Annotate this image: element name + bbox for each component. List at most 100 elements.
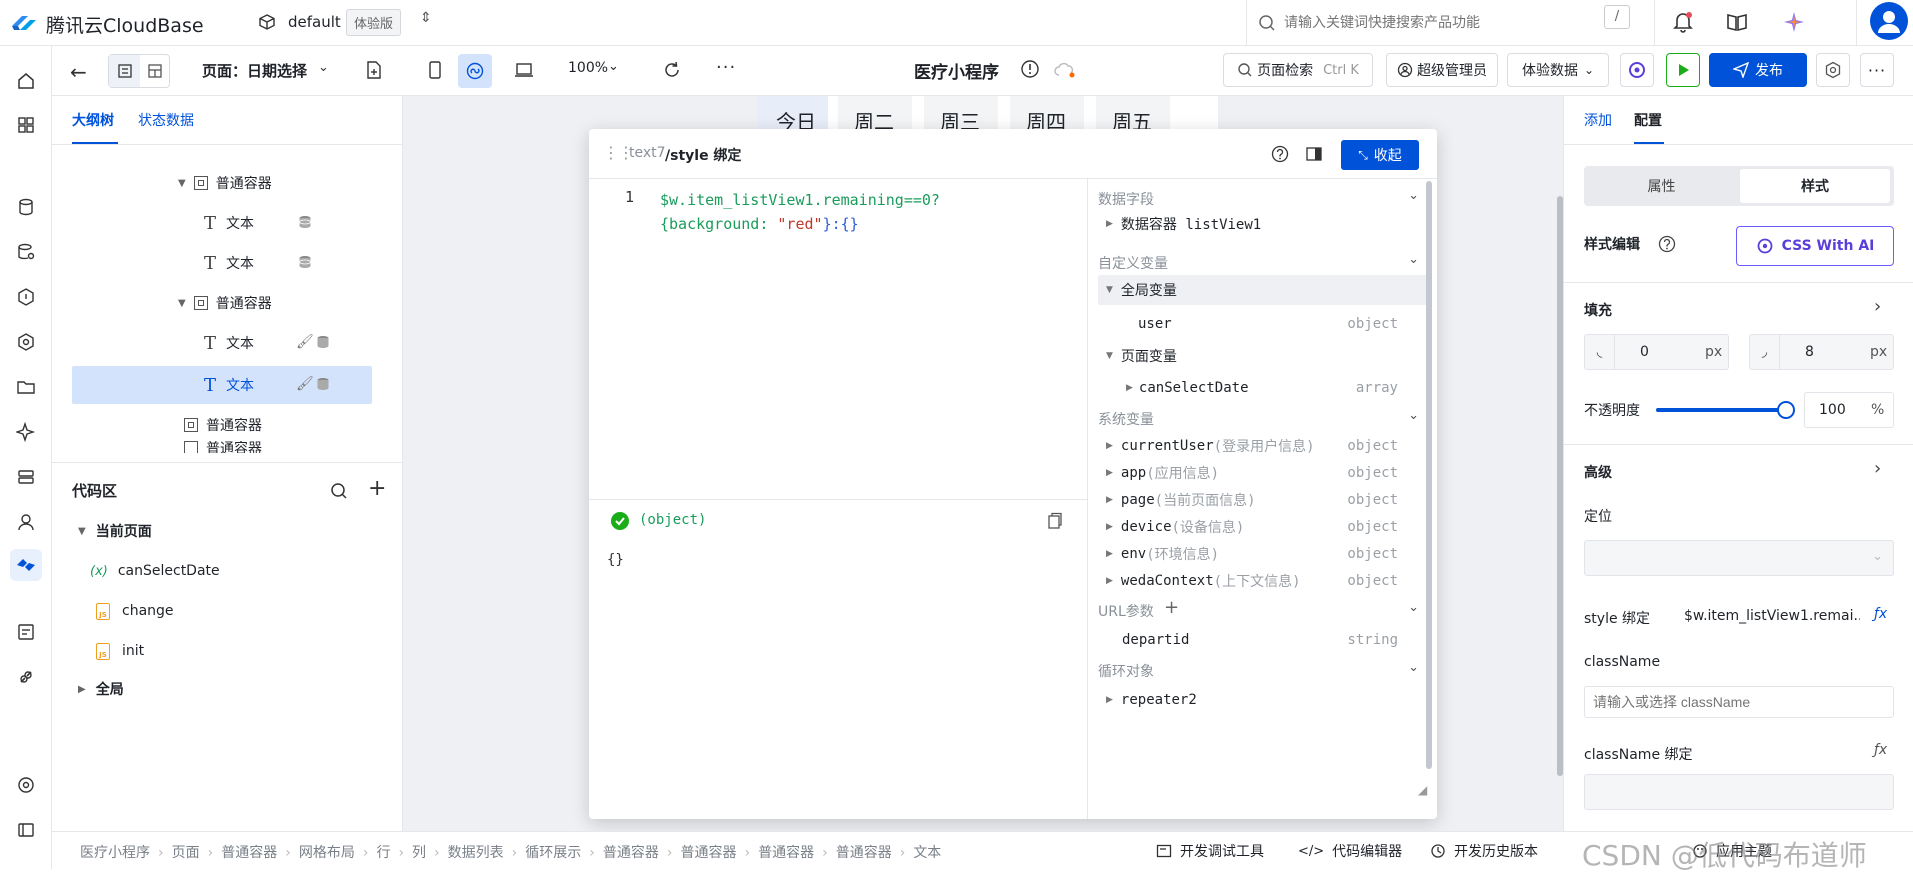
system-variable-row[interactable]: ▶ env (环境信息) object <box>1088 539 1418 569</box>
tree-node-container[interactable]: 普通容器 <box>184 408 262 442</box>
fill-section-title[interactable]: 填充 <box>1584 300 1612 320</box>
breadcrumb-item[interactable]: 普通容器 <box>680 845 736 861</box>
code-group-current-page[interactable]: ▼ 当前页面 <box>78 514 152 548</box>
radius-right-input[interactable]: ◞ 8 px <box>1749 334 1894 370</box>
system-variable-row[interactable]: ▶ currentUser (登录用户信息) object <box>1088 431 1418 461</box>
add-icon[interactable]: + <box>368 476 386 501</box>
hexagon-icon[interactable] <box>10 281 42 313</box>
section-custom-vars[interactable]: 自定义变量 <box>1098 253 1168 273</box>
copy-icon[interactable] <box>1047 512 1063 530</box>
search-icon[interactable] <box>330 482 348 500</box>
tab-outline-tree[interactable]: 大纲树 <box>72 110 114 130</box>
variable-group-page[interactable]: ▼ 页面变量 <box>1088 341 1418 371</box>
code-editor-button[interactable]: </> 代码编辑器 <box>1298 841 1402 861</box>
caret-right-icon[interactable]: ▶ <box>1106 522 1113 532</box>
breadcrumb-item[interactable]: 普通容器 <box>836 845 892 861</box>
advanced-section-title[interactable]: 高级 <box>1584 462 1612 482</box>
report-icon[interactable] <box>10 616 42 648</box>
page-view-icon[interactable] <box>109 55 140 87</box>
book-icon[interactable] <box>1726 12 1748 32</box>
breadcrumb-item[interactable]: 行 <box>376 845 390 861</box>
chevron-down-icon[interactable]: ⌄ <box>1408 408 1419 423</box>
side-panel-toggle-icon[interactable] <box>1305 145 1323 163</box>
tree-node-container-partial[interactable]: 普通容器 <box>184 441 304 453</box>
chevron-down-icon[interactable]: ⌄ <box>1408 252 1419 267</box>
opacity-input[interactable]: 100 % <box>1804 392 1894 428</box>
settings-button[interactable] <box>1816 53 1850 87</box>
new-page-icon[interactable] <box>364 60 384 80</box>
breadcrumb-item[interactable]: 数据列表 <box>448 845 504 861</box>
tree-node-text[interactable]: T 文本 <box>204 246 364 280</box>
opacity-slider-thumb[interactable] <box>1777 401 1795 419</box>
section-data-fields[interactable]: 数据字段 <box>1098 189 1154 209</box>
caret-down-icon[interactable]: ▼ <box>1106 285 1113 295</box>
page-search-button[interactable]: 页面检索 Ctrl K <box>1223 53 1373 87</box>
global-search-input[interactable] <box>1284 8 1584 36</box>
database-icon[interactable] <box>10 191 42 223</box>
section-url-params[interactable]: URL参数 <box>1098 601 1154 621</box>
grid-icon[interactable] <box>10 109 42 141</box>
role-button[interactable]: 超级管理员 <box>1386 53 1498 87</box>
breadcrumb-item[interactable]: 循环展示 <box>525 845 581 861</box>
breadcrumb-item[interactable]: 普通容器 <box>221 845 277 861</box>
brand-name[interactable]: 腾讯云CloudBase <box>46 11 204 38</box>
folder-icon[interactable] <box>10 371 42 403</box>
classname-bind-field[interactable] <box>1584 774 1894 810</box>
desktop-view-icon[interactable] <box>514 61 534 79</box>
refresh-icon[interactable] <box>662 60 682 80</box>
ai-copilot-button[interactable] <box>1620 53 1654 87</box>
database-settings-icon[interactable] <box>10 236 42 268</box>
caret-down-icon[interactable]: ▼ <box>1106 351 1113 361</box>
radius-left-input[interactable]: ◟ 0 px <box>1584 334 1729 370</box>
tree-node-text[interactable]: T 文本 🖌 <box>204 326 364 360</box>
run-button[interactable] <box>1666 53 1700 87</box>
style-bind-value[interactable]: $w.item_listView1.remai... <box>1684 608 1860 624</box>
help-icon[interactable] <box>1658 235 1676 253</box>
storage-icon[interactable] <box>10 461 42 493</box>
fx-binding-icon[interactable]: ƒx <box>1874 742 1887 758</box>
history-button[interactable]: 开发历史版本 <box>1430 841 1538 861</box>
breadcrumb-item[interactable]: 列 <box>412 845 426 861</box>
collapse-sidebar-icon[interactable] <box>10 814 42 846</box>
page-selector[interactable]: 页面：日期选择 <box>202 60 307 81</box>
segment-style[interactable]: 样式 <box>1740 169 1890 203</box>
zoom-level[interactable]: 100% <box>568 60 608 76</box>
tree-node-container[interactable]: ▼ 普通容器 <box>178 286 272 320</box>
breadcrumb-item[interactable]: 医疗小程序 <box>80 845 150 861</box>
segment-properties[interactable]: 属性 <box>1584 166 1739 206</box>
chevron-down-icon[interactable]: ⌄ <box>1408 600 1419 615</box>
home-icon[interactable] <box>10 65 42 97</box>
expression-code[interactable]: $w.item_listView1.remaining==0? {backgro… <box>660 188 940 236</box>
position-select[interactable]: ⌄ <box>1584 540 1894 576</box>
env-switch-chevron-icon[interactable]: ⇕ <box>420 10 432 26</box>
ai-sparkle-icon[interactable] <box>10 416 42 448</box>
settings-cube-icon[interactable] <box>10 769 42 801</box>
variable-group-global[interactable]: ▼ 全局变量 <box>1088 275 1418 305</box>
tab-state-data[interactable]: 状态数据 <box>138 110 194 130</box>
more-menu-button[interactable]: ··· <box>1860 53 1894 87</box>
system-variable-row[interactable]: ▶ wedaContext (上下文信息) object <box>1088 566 1418 596</box>
opacity-slider-track[interactable] <box>1656 401 1795 419</box>
caret-right-icon[interactable]: ▶ <box>1106 549 1113 559</box>
info-icon[interactable] <box>1020 59 1040 79</box>
caret-right-icon[interactable]: ▶ <box>1106 495 1113 505</box>
caret-right-icon[interactable]: ▶ <box>1106 468 1113 478</box>
bell-icon[interactable] <box>1672 11 1694 33</box>
plugin-icon[interactable] <box>10 661 42 693</box>
section-loop-object[interactable]: 循环对象 <box>1098 661 1154 681</box>
system-variable-row[interactable]: ▶ page (当前页面信息) object <box>1088 485 1418 515</box>
fx-binding-icon[interactable]: ƒx <box>1874 606 1887 622</box>
caret-right-icon[interactable]: ▶ <box>78 684 86 695</box>
tree-node-text[interactable]: T 文本 <box>204 206 364 240</box>
breadcrumb-item[interactable]: 普通容器 <box>603 845 659 861</box>
more-options-button[interactable]: ··· <box>716 57 736 78</box>
back-arrow-icon[interactable]: ← <box>70 60 87 84</box>
help-icon[interactable] <box>1271 145 1289 163</box>
caret-right-icon[interactable]: ▶ <box>1106 695 1113 705</box>
user-icon[interactable] <box>10 506 42 538</box>
section-system-vars[interactable]: 系统变量 <box>1098 409 1154 429</box>
caret-right-icon[interactable]: ▶ <box>1126 383 1133 393</box>
resize-handle-icon[interactable]: ◢ <box>1418 783 1427 797</box>
variable-row[interactable]: ▶ repeater2 <box>1088 685 1418 715</box>
variable-row[interactable]: ▶ 数据容器 listView1 <box>1088 209 1418 239</box>
